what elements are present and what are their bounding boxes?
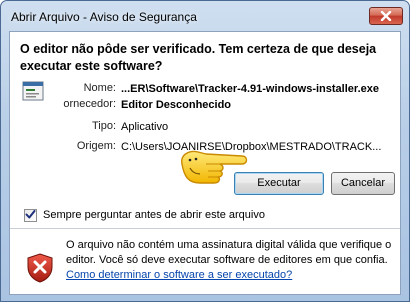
close-icon [380, 11, 392, 21]
field-label-name: Nome: [83, 82, 116, 94]
warning-message: O arquivo não contém uma assinatura digi… [66, 238, 396, 283]
checkmark-icon [25, 209, 36, 223]
dialog-body: O editor não pôde ser verificado. Tem ce… [9, 31, 401, 295]
help-link[interactable]: Como determinar o software a ser executa… [66, 269, 292, 281]
field-label-publisher: ornecedor: [63, 98, 116, 110]
dialog-heading: O editor não pôde ser verificado. Tem ce… [20, 42, 377, 73]
cancel-button[interactable]: Cancelar [331, 172, 395, 195]
field-value-publisher: Editor Desconhecido [121, 99, 232, 111]
field-value-name: ...ER\Software\Tracker-4.91-windows-inst… [121, 83, 379, 95]
security-warning-dialog: Abrir Arquivo - Aviso de Segurança O edi… [0, 0, 410, 302]
divider [10, 228, 400, 229]
run-button[interactable]: Executar [234, 172, 324, 195]
field-value-type: Aplicativo [121, 121, 169, 133]
always-ask-label[interactable]: Sempre perguntar antes de abrir este arq… [43, 208, 265, 223]
window-title: Abrir Arquivo - Aviso de Segurança [11, 10, 197, 24]
warning-text: O arquivo não contém uma assinatura digi… [66, 239, 392, 266]
close-button[interactable] [369, 7, 403, 25]
field-label-type: Tipo: [91, 120, 116, 132]
field-label-origin: Origem: [76, 140, 116, 152]
title-bar[interactable]: Abrir Arquivo - Aviso de Segurança [1, 1, 409, 31]
always-ask-checkbox[interactable] [24, 209, 37, 222]
warning-shield-icon [24, 252, 56, 284]
